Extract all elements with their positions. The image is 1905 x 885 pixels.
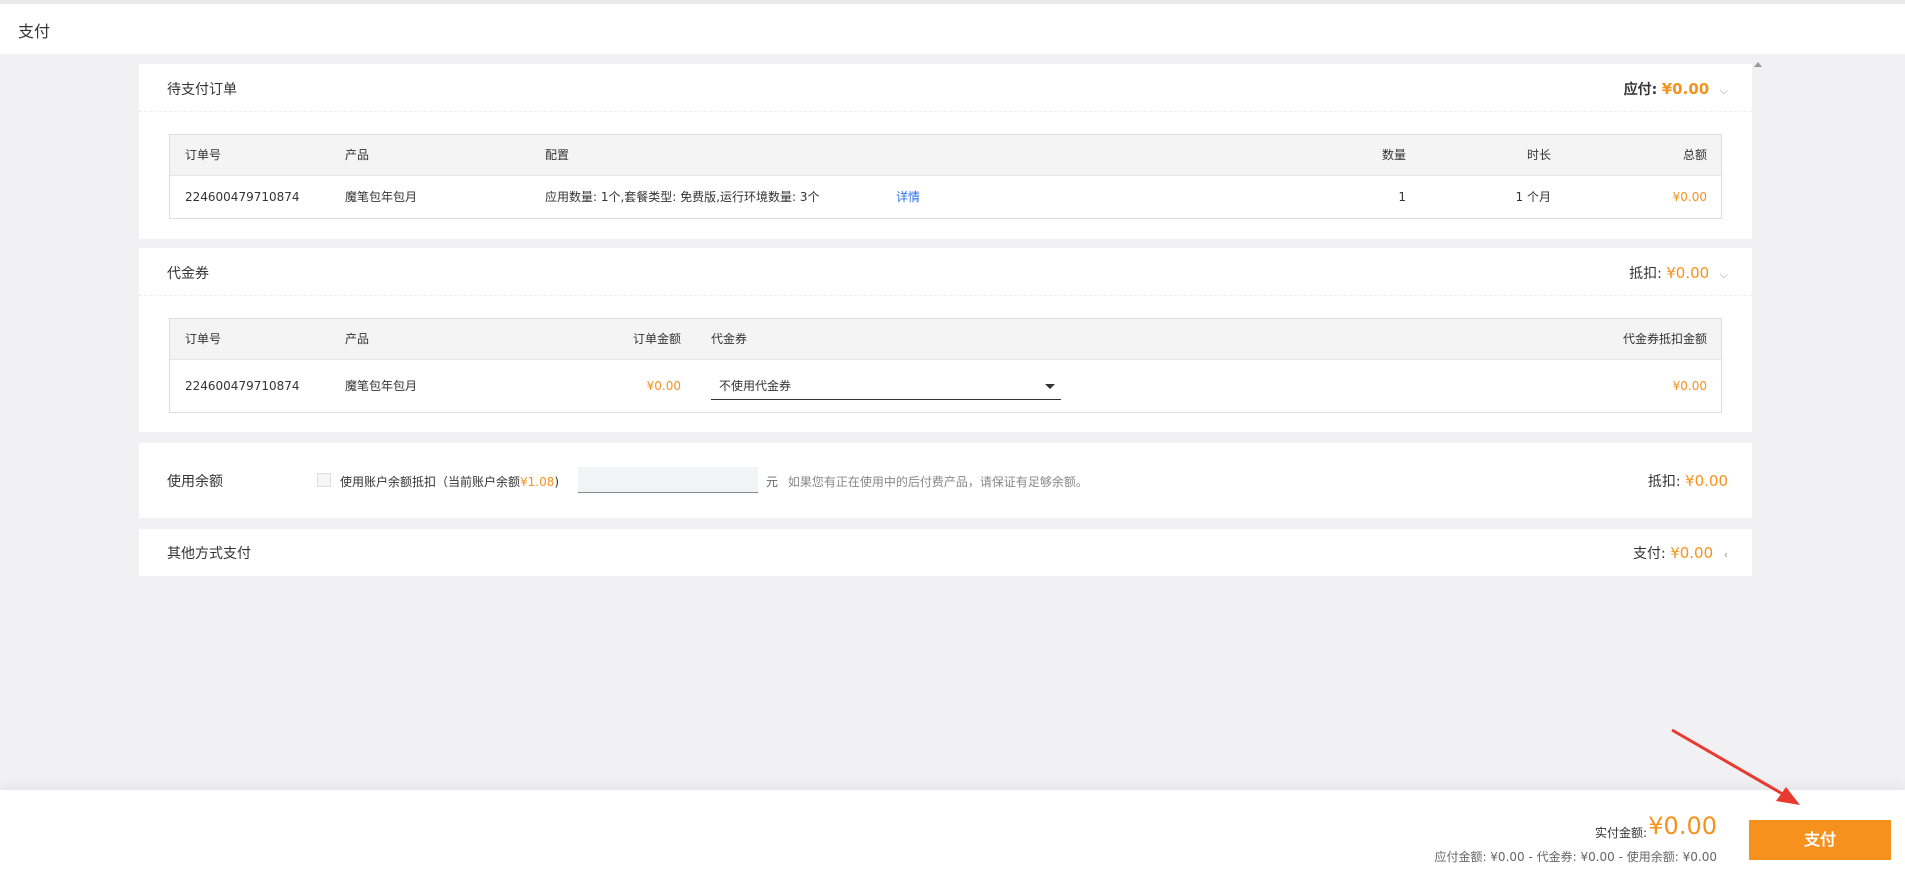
pending-orders-summary: 应付: ¥0.00 ⌵ [1624, 79, 1728, 99]
page-title: 支付 [18, 22, 51, 41]
payable-amount: ¥0.00 [1661, 80, 1710, 98]
pending-orders-section: 待支付订单 应付: ¥0.00 ⌵ 订单号 产品 配置 数量 时长 总额 224… [139, 64, 1752, 239]
col-order-no: 订单号 [185, 332, 222, 346]
voucher-select-value: 不使用代金券 [719, 379, 792, 393]
duration-value: 1 个月 [1515, 190, 1551, 204]
use-balance-checkbox[interactable] [317, 473, 331, 487]
col-config: 配置 [545, 148, 570, 162]
voucher-title: 代金券 [167, 266, 209, 282]
actual-amount: ¥0.00 [1648, 812, 1717, 840]
balance-summary: 抵扣: ¥0.00 [1648, 471, 1728, 491]
balance-title: 使用余额 [167, 474, 223, 490]
col-product: 产品 [345, 332, 370, 346]
voucher-select[interactable]: 不使用代金券 [711, 372, 1061, 400]
pending-orders-title: 待支付订单 [167, 82, 237, 98]
order-number: 224600479710874 [185, 190, 300, 204]
amount-breakdown: 应付金额: ¥0.00 - 代金券: ¥0.00 - 使用余额: ¥0.00 [1434, 850, 1717, 864]
col-product: 产品 [345, 148, 370, 162]
caret-down-icon [1045, 384, 1055, 389]
other-payment-summary: 支付: ¥0.00 ‹ [1633, 543, 1728, 563]
pay-button[interactable]: 支付 [1749, 820, 1891, 860]
chevron-down-icon[interactable]: ⌵ [1720, 268, 1728, 282]
col-order-no: 订单号 [185, 148, 222, 162]
col-quantity: 数量 [1381, 148, 1406, 162]
total-value: ¥0.00 [1672, 190, 1707, 204]
chevron-down-icon[interactable]: ⌵ [1720, 84, 1728, 98]
table-row: 224600479710874 魔笔包年包月 应用数量: 1个,套餐类型: 免费… [170, 176, 1721, 218]
col-duration: 时长 [1526, 148, 1551, 162]
use-balance-text: 使用账户余额抵扣（当前账户余额 [340, 475, 521, 489]
voucher-table: 订单号 产品 订单金额 代金券 代金券抵扣金额 224600479710874 … [169, 318, 1722, 413]
col-order-amount: 订单金额 [632, 332, 681, 346]
balance-hint: 元 如果您有正在使用中的后付费产品，请保证有足够余额。 [766, 473, 1088, 490]
pay-amount: ¥0.00 [1670, 544, 1714, 562]
voucher-section: 代金券 抵扣: ¥0.00 ⌵ 订单号 产品 订单金额 代金券 代金券抵扣金额 … [139, 248, 1752, 432]
actual-amount-label: 实付金额: [1594, 826, 1647, 840]
config-text: 应用数量: 1个,套餐类型: 免费版,运行环境数量: 3个 [545, 190, 820, 204]
quantity-value: 1 [1398, 190, 1406, 204]
chevron-left-icon[interactable]: ‹ [1724, 548, 1728, 561]
pay-label: 支付: [1633, 546, 1666, 562]
voucher-summary: 抵扣: ¥0.00 ⌵ [1629, 263, 1728, 283]
deduct-amount-value: ¥0.00 [1672, 379, 1707, 393]
deduct-label: 抵扣: [1629, 266, 1662, 282]
product-name: 魔笔包年包月 [345, 379, 418, 393]
deduct-label: 抵扣: [1647, 474, 1681, 490]
order-amount-value: ¥0.00 [646, 379, 681, 393]
product-name: 魔笔包年包月 [345, 190, 418, 204]
balance-section: 使用余额 使用账户余额抵扣（当前账户余额¥1.08) 元 如果您有正在使用中的后… [139, 443, 1752, 518]
pending-orders-header[interactable]: 待支付订单 应付: ¥0.00 ⌵ [139, 64, 1752, 112]
col-total: 总额 [1682, 148, 1707, 162]
table-header-row: 订单号 产品 订单金额 代金券 代金券抵扣金额 [170, 319, 1721, 360]
scroll-up-icon[interactable] [1754, 62, 1762, 67]
hint-text: 如果您有正在使用中的后付费产品，请保证有足够余额。 [787, 475, 1088, 489]
balance-amount-input[interactable] [578, 467, 758, 493]
unit-label: 元 [766, 475, 779, 489]
use-balance-text-end: ) [554, 475, 560, 489]
scrollbar[interactable] [1752, 62, 1764, 782]
payment-footer: 实付金额: ¥0.00 应付金额: ¥0.00 - 代金券: ¥0.00 - 使… [0, 790, 1905, 885]
pending-orders-table: 订单号 产品 配置 数量 时长 总额 224600479710874 魔笔包年包… [169, 134, 1722, 219]
use-balance-label: 使用账户余额抵扣（当前账户余额¥1.08) [340, 473, 559, 490]
deduct-amount: ¥0.00 [1666, 264, 1710, 282]
table-header-row: 订单号 产品 配置 数量 时长 总额 [170, 135, 1721, 176]
detail-link[interactable]: 详情 [896, 176, 920, 218]
order-number: 224600479710874 [185, 379, 300, 393]
payable-label: 应付: [1623, 82, 1658, 98]
voucher-header[interactable]: 代金券 抵扣: ¥0.00 ⌵ [139, 248, 1752, 296]
table-row: 224600479710874 魔笔包年包月 ¥0.00 不使用代金券 ¥0.0… [170, 360, 1721, 412]
current-balance: ¥1.08 [520, 475, 555, 489]
page-header: 支付 [0, 0, 1905, 54]
other-payment-section[interactable]: 其他方式支付 支付: ¥0.00 ‹ [139, 529, 1752, 576]
deduct-amount: ¥0.00 [1685, 472, 1728, 490]
col-voucher: 代金券 [711, 332, 748, 346]
other-payment-title: 其他方式支付 [167, 546, 251, 562]
col-deduct-amount: 代金券抵扣金额 [1622, 332, 1707, 346]
